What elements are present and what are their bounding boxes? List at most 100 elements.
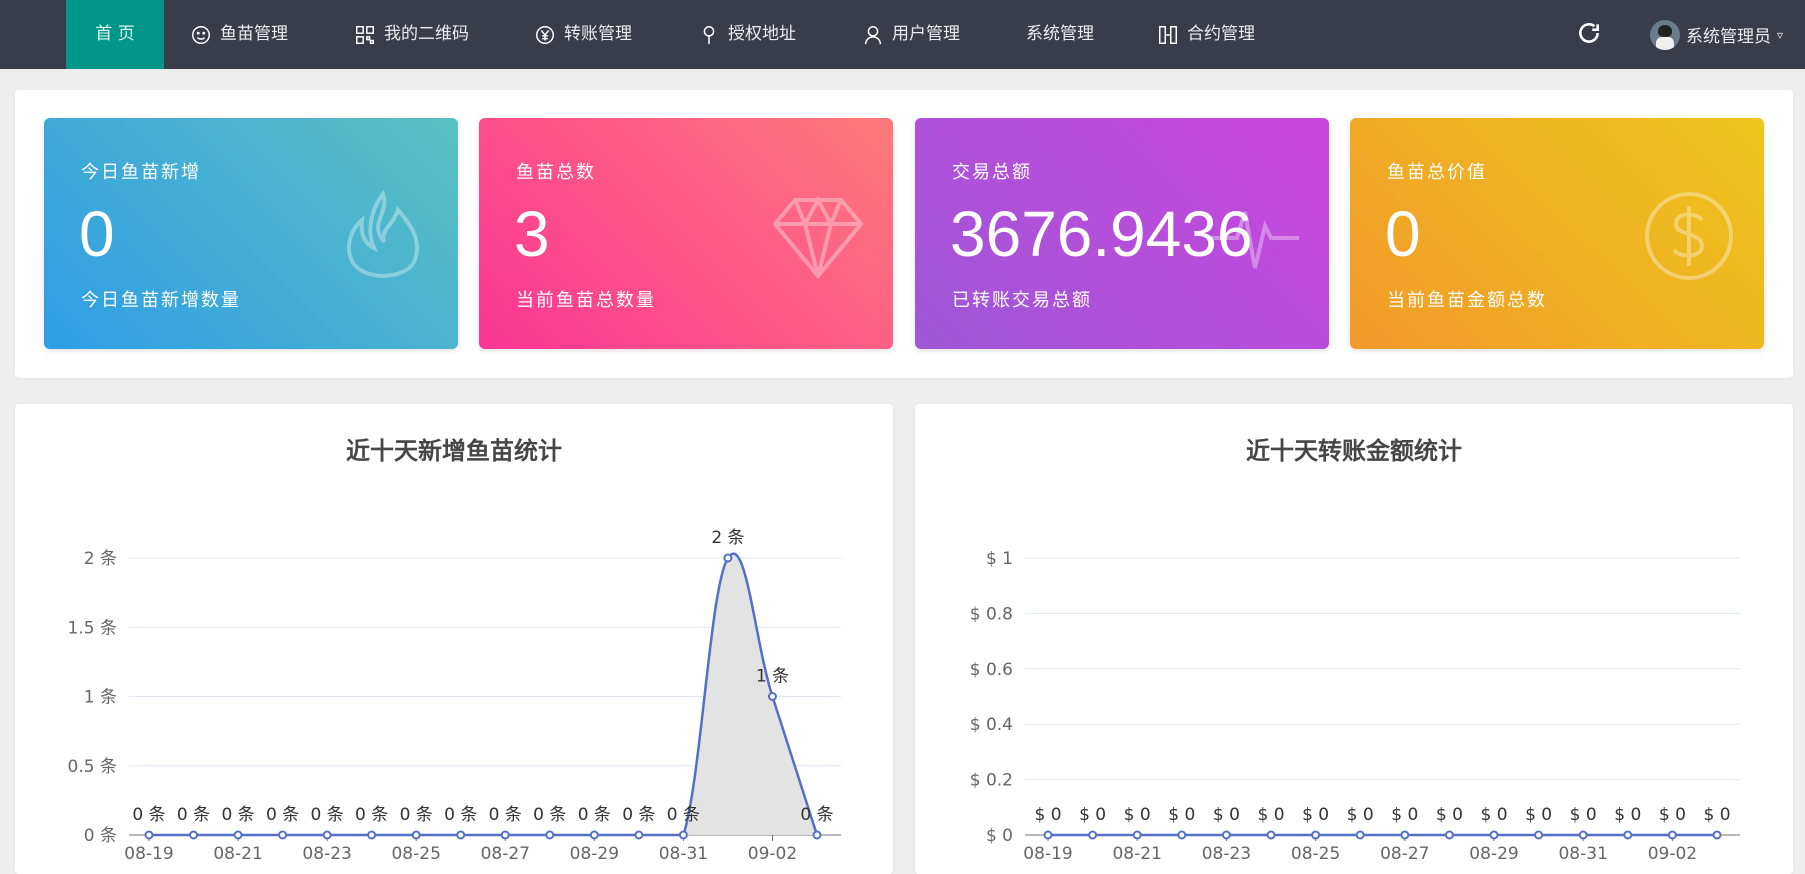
data-label: 0 条	[132, 805, 165, 825]
nav-contract-management[interactable]: 合约管理	[1157, 0, 1255, 69]
y-tick-label: $ 0.2	[970, 771, 1013, 791]
yen-icon	[536, 25, 554, 44]
data-label: $ 0	[1079, 805, 1106, 825]
data-label: $ 0	[1659, 805, 1686, 825]
diamond-icon	[772, 188, 864, 284]
data-label: 0 条	[800, 805, 833, 825]
data-label: $ 0	[1257, 805, 1284, 825]
x-tick-label: 08-31	[1558, 844, 1607, 864]
y-tick-label: 0 条	[84, 826, 117, 846]
data-point	[233, 830, 243, 840]
nav-fish-management[interactable]: 鱼苗管理	[190, 0, 288, 69]
stat-subtitle: 当前鱼苗总数量	[516, 290, 656, 311]
x-tick-label: 08-23	[302, 844, 351, 864]
stat-title: 今日鱼苗新增	[81, 162, 201, 183]
data-label: $ 0	[1436, 805, 1463, 825]
data-point	[723, 553, 733, 563]
data-label: $ 0	[1480, 805, 1507, 825]
chart-new-fish: 近十天新增鱼苗统计 0 条 0.5 条 1 条 1.5 条 2 条 08-19 08-21 08…	[68, 437, 841, 864]
x-tick-label: 08-19	[1023, 844, 1072, 864]
data-point	[1132, 830, 1142, 840]
x-tick-label: 08-27	[1380, 844, 1429, 864]
data-label: 0 条	[266, 805, 299, 825]
x-tick-label: 08-23	[1202, 844, 1251, 864]
nav-contract-management-label: 合约管理	[1187, 24, 1255, 44]
refresh-button[interactable]	[1576, 20, 1602, 46]
data-point	[1221, 830, 1231, 840]
data-label: $ 0	[1168, 805, 1195, 825]
fire-icon	[338, 188, 428, 284]
data-point	[767, 692, 777, 701]
nav-transfer-management[interactable]: 转账管理	[534, 0, 632, 69]
data-label: 0 条	[578, 805, 611, 825]
data-point	[1400, 830, 1410, 840]
chart-title: 近十天新增鱼苗统计	[346, 437, 562, 465]
nav-system-management-label: 系统管理	[1026, 24, 1094, 44]
nav-transfer-management-label: 转账管理	[564, 24, 632, 44]
nav-auth-address-label: 授权地址	[728, 24, 796, 44]
data-point	[1667, 830, 1677, 840]
avatar	[1650, 19, 1680, 50]
chart-title: 近十天转账金额统计	[1246, 437, 1462, 465]
data-point	[189, 830, 199, 840]
data-label: $ 0	[1391, 805, 1418, 825]
data-label: $ 0	[1034, 805, 1061, 825]
stat-subtitle: 今日鱼苗新增数量	[81, 290, 241, 311]
nav-my-qrcode[interactable]: 我的二维码	[354, 0, 469, 69]
stat-value: 0	[1385, 198, 1421, 270]
stat-title: 鱼苗总数	[516, 162, 596, 183]
nav-my-qrcode-label: 我的二维码	[384, 24, 469, 44]
data-label: $ 0	[1570, 805, 1597, 825]
data-label: $ 0	[1124, 805, 1151, 825]
x-tick-label: 08-29	[1469, 844, 1518, 864]
grid-icon	[356, 25, 374, 44]
data-point	[1043, 830, 1053, 840]
x-tick-label: 08-29	[570, 844, 619, 864]
dollar-icon	[1644, 188, 1734, 284]
data-label: 0 条	[177, 805, 210, 825]
y-tick-label: 2 条	[84, 549, 117, 569]
data-label: 0 条	[667, 805, 700, 825]
chevron-down-icon: ▿	[1777, 27, 1784, 42]
x-tick-label: 08-25	[391, 844, 440, 864]
nav-home-label: 首 页	[95, 24, 135, 44]
smile-icon	[192, 25, 210, 44]
contract-icon	[1159, 25, 1177, 44]
y-tick-label: $ 0	[986, 826, 1013, 846]
data-point	[456, 830, 466, 840]
data-label: 0 条	[221, 805, 254, 825]
location-icon	[703, 25, 715, 44]
nav-system-management[interactable]: 系统管理	[1026, 0, 1094, 69]
stat-value: 3676.9436	[950, 198, 1253, 270]
data-label: 2 条	[711, 528, 744, 548]
stat-subtitle: 已转账交易总额	[952, 290, 1092, 311]
data-point	[322, 830, 332, 840]
x-tick-label: 08-27	[481, 844, 530, 864]
data-point	[144, 830, 154, 840]
data-label: 0 条	[489, 805, 522, 825]
data-label: $ 0	[1703, 805, 1730, 825]
data-point	[678, 830, 688, 840]
data-point	[1355, 830, 1365, 840]
data-point	[812, 830, 822, 840]
stat-card-transaction-total: 交易总额 3676.9436 已转账交易总额	[915, 118, 1329, 349]
data-point	[411, 830, 421, 840]
stat-card-today-new: 今日鱼苗新增 0 今日鱼苗新增数量	[44, 118, 458, 349]
x-tick-label: 09-02	[748, 844, 797, 864]
data-label: 0 条	[444, 805, 477, 825]
nav-home[interactable]: 首 页	[66, 0, 164, 69]
x-tick-label: 08-25	[1291, 844, 1340, 864]
data-label: 0 条	[400, 805, 433, 825]
nav-fish-management-label: 鱼苗管理	[220, 24, 288, 44]
data-label: 0 条	[622, 805, 655, 825]
data-point	[545, 830, 555, 840]
data-label: $ 0	[1347, 805, 1374, 825]
data-label: $ 0	[1614, 805, 1641, 825]
data-point	[634, 830, 644, 840]
x-tick-label: 08-19	[124, 844, 173, 864]
user-menu[interactable]: 系统管理员 ▿	[1650, 0, 1783, 69]
nav-user-management[interactable]: 用户管理	[862, 0, 960, 69]
stat-subtitle: 当前鱼苗金额总数	[1387, 290, 1547, 311]
nav-auth-address[interactable]: 授权地址	[698, 0, 796, 69]
y-tick-label: $ 0.6	[970, 660, 1013, 680]
